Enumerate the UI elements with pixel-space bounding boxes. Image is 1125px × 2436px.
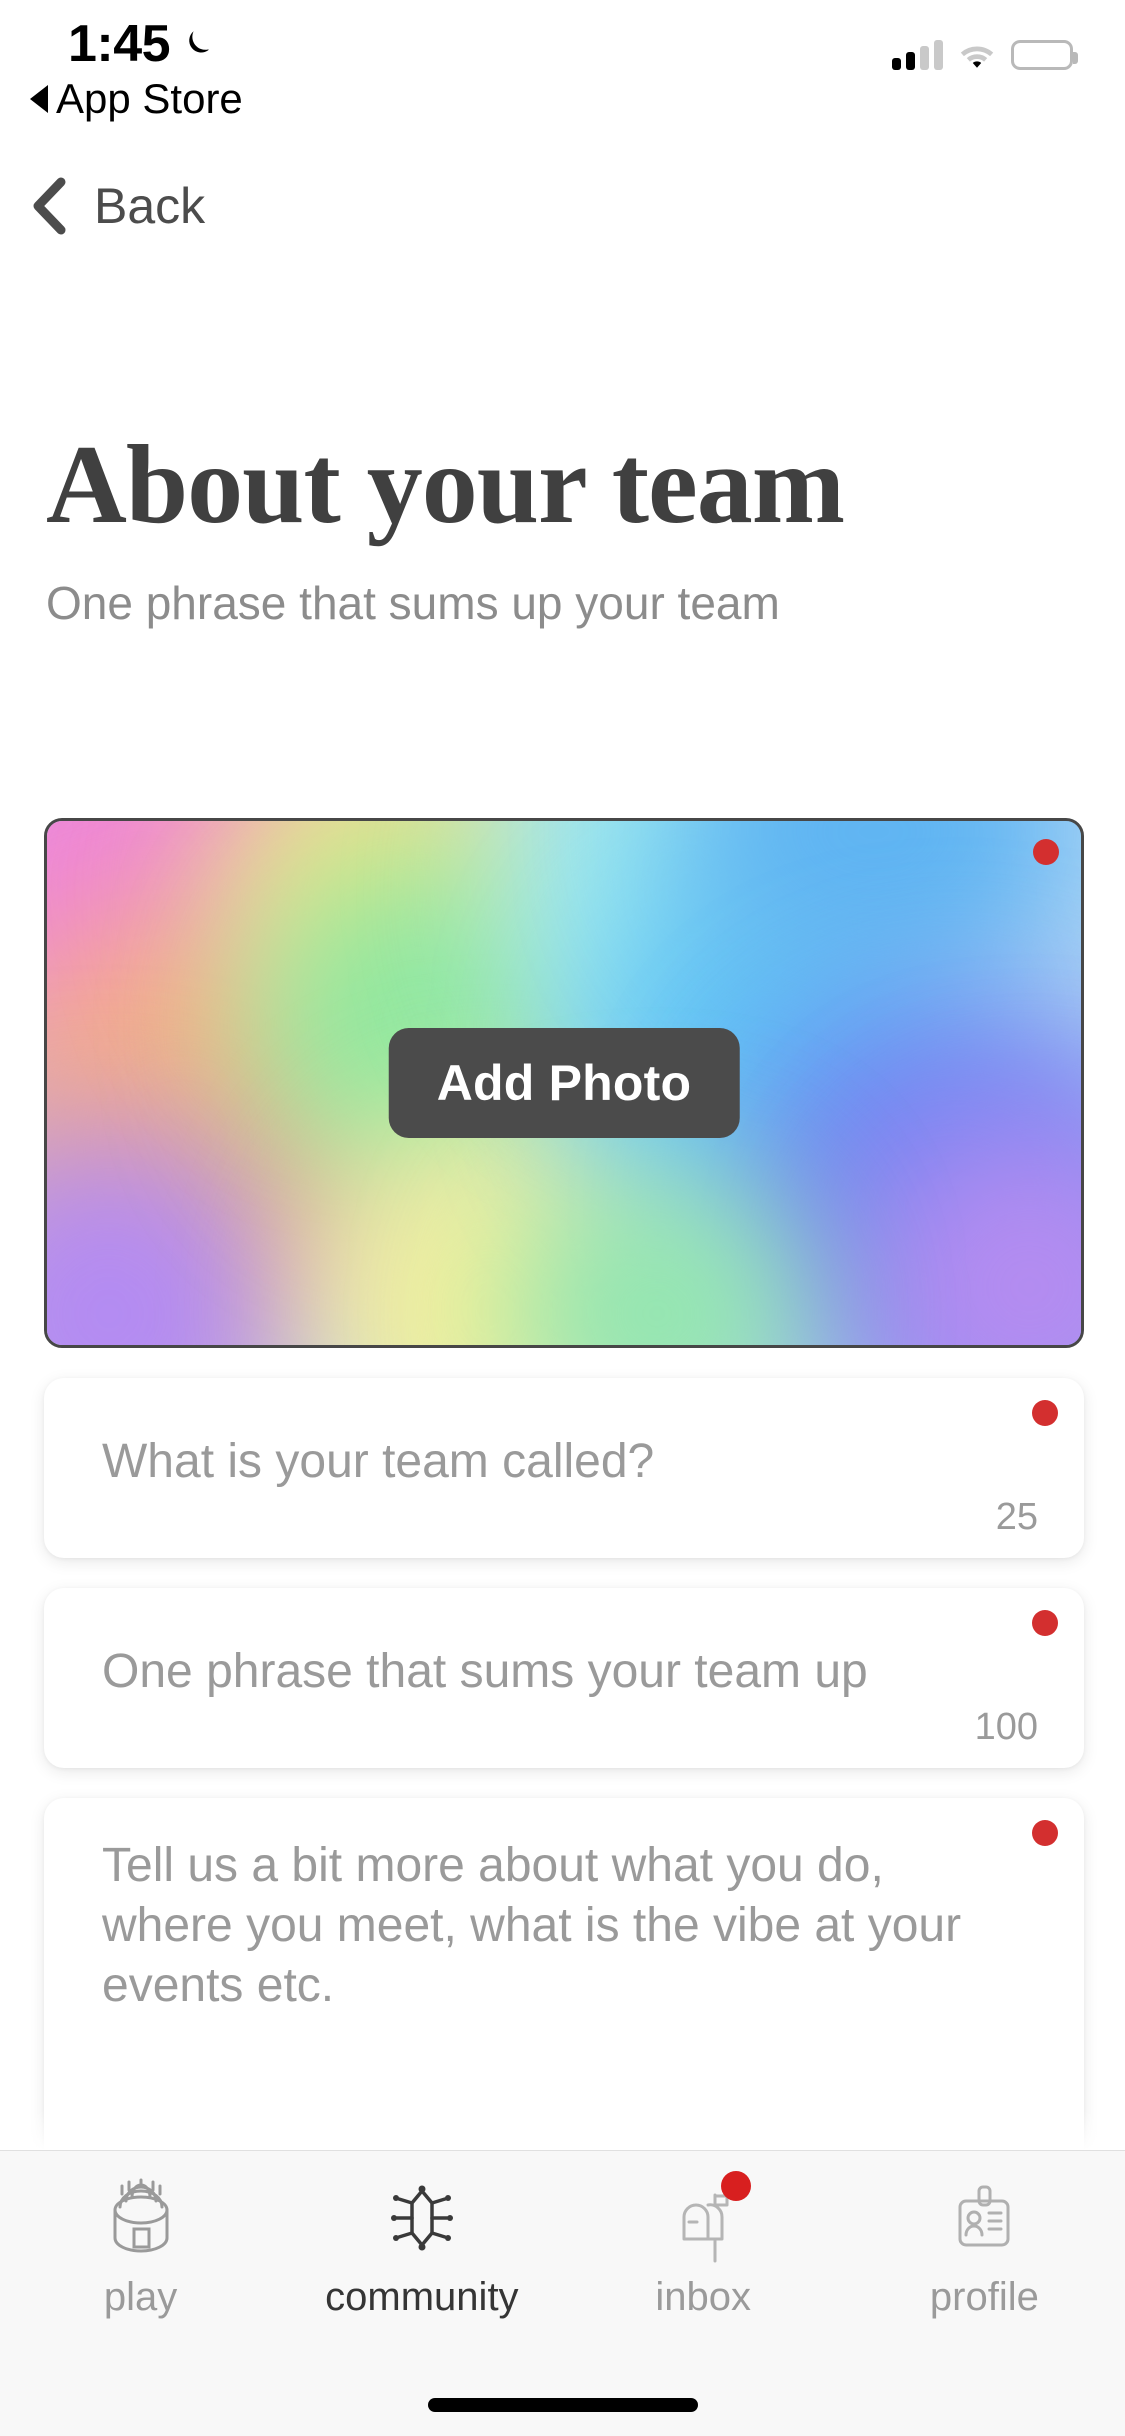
tab-inbox-label: inbox (655, 2275, 751, 2319)
required-dot (1033, 839, 1059, 865)
page-title: About your team (46, 423, 845, 547)
required-dot (1032, 1400, 1058, 1426)
tab-list: play community inbox profile (0, 2151, 1125, 2351)
back-button-label: Back (94, 178, 206, 234)
status-bar-indicators (892, 40, 1078, 70)
tab-play-label: play (103, 2275, 178, 2319)
team-phrase-input[interactable]: One phrase that sums your team up 100 (44, 1588, 1084, 1768)
form-scroll-area[interactable]: Add Photo What is your team called? 25 O… (0, 770, 1125, 2150)
return-to-app-button[interactable]: App Store (30, 78, 243, 120)
status-bar-clock: 1:45 (68, 15, 171, 73)
page-header: About your team One phrase that sums up … (46, 428, 1086, 631)
tab-community[interactable]: community (281, 2151, 562, 2351)
team-phrase-char-limit: 100 (974, 1706, 1038, 1748)
team-name-placeholder: What is your team called? (102, 1435, 655, 1488)
cellular-signal-icon (892, 40, 943, 70)
team-description-input[interactable]: Tell us a bit more about what you do, wh… (44, 1798, 1084, 2150)
team-photo-picker[interactable]: Add Photo (44, 818, 1084, 1348)
tab-inbox[interactable]: inbox (563, 2151, 844, 2351)
required-dot (1032, 1610, 1058, 1636)
return-app-label: App Store (56, 75, 243, 122)
home-indicator[interactable] (427, 2398, 698, 2412)
id-card-icon (941, 2177, 1027, 2267)
navigation-bar: Back (0, 168, 1125, 258)
team-name-char-limit: 25 (995, 1496, 1038, 1538)
status-bar: 1:45 App Store (0, 0, 1125, 150)
tab-profile[interactable]: profile (844, 2151, 1125, 2351)
bottom-tab-bar: play community inbox profile (0, 2150, 1125, 2436)
tab-play[interactable]: play (0, 2151, 281, 2351)
wifi-icon (957, 40, 997, 70)
network-icon (379, 2177, 465, 2267)
add-photo-button[interactable]: Add Photo (388, 1028, 740, 1138)
chevron-left-icon (28, 177, 68, 235)
back-button[interactable]: Back (28, 168, 223, 244)
phone-screen: 1:45 App Store Back About your team One … (0, 0, 1125, 2436)
triangle-left-icon (30, 85, 48, 113)
team-phrase-placeholder: One phrase that sums your team up (102, 1645, 868, 1698)
crescent-moon-icon (182, 27, 216, 61)
tab-community-label: community (325, 2275, 519, 2319)
required-dot (1032, 1820, 1058, 1846)
battery-full-icon (1011, 40, 1078, 70)
inbox-unread-badge (721, 2171, 752, 2201)
tab-profile-label: profile (929, 2275, 1039, 2319)
stadium-icon (98, 2177, 184, 2267)
team-description-placeholder: Tell us a bit more about what you do, wh… (102, 1839, 962, 2012)
team-name-input[interactable]: What is your team called? 25 (44, 1378, 1084, 1558)
status-bar-time-group: 1:45 (68, 18, 216, 70)
page-subtitle: One phrase that sums up your team (46, 577, 780, 630)
